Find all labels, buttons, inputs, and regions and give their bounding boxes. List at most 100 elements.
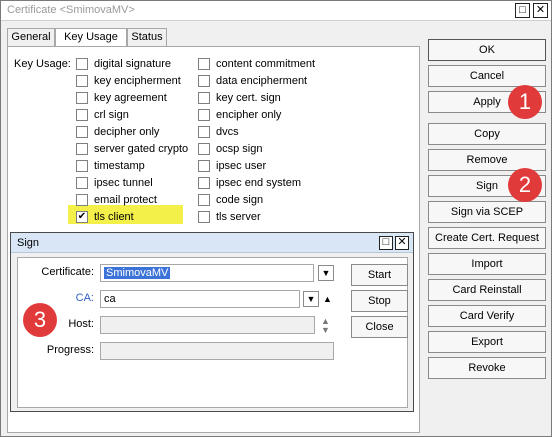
checkbox-label: key cert. sign bbox=[216, 92, 281, 104]
checkbox-box[interactable] bbox=[198, 58, 210, 70]
certificate-select[interactable]: SmimovaMV bbox=[100, 264, 314, 282]
checkbox-label: ipsec user bbox=[216, 160, 267, 172]
checkbox-box[interactable] bbox=[198, 160, 210, 172]
checkbox-label: key encipherment bbox=[94, 75, 181, 87]
tab-general[interactable]: General bbox=[7, 28, 55, 47]
sign-dialog-body: Certificate: SmimovaMV ▼ CA: ca ▼ ▲ Host… bbox=[17, 257, 408, 408]
sign-dialog: Sign □ ✕ Certificate: SmimovaMV ▼ CA: ca… bbox=[10, 232, 414, 412]
copy-button[interactable]: Copy bbox=[428, 123, 546, 145]
checkbox-box[interactable] bbox=[198, 211, 210, 223]
up-down-arrow-icon[interactable]: ▲ ▼ bbox=[321, 317, 330, 335]
checkbox-box[interactable] bbox=[76, 177, 88, 189]
checkbox-label: encipher only bbox=[216, 109, 282, 121]
checkbox-box[interactable] bbox=[198, 75, 210, 87]
checkbox-label: tls server bbox=[216, 211, 261, 223]
sign-dialog-title-bar[interactable]: Sign □ ✕ bbox=[11, 233, 413, 253]
checkbox-box[interactable] bbox=[76, 92, 88, 104]
card-reinstall-button[interactable]: Card Reinstall bbox=[428, 279, 546, 301]
ca-value: ca bbox=[104, 293, 116, 305]
checkbox-box[interactable] bbox=[76, 126, 88, 138]
stop-button[interactable]: Stop bbox=[351, 290, 408, 312]
certificate-label: Certificate: bbox=[41, 266, 94, 278]
window-title: Certificate <SmimovaMV> bbox=[7, 4, 135, 16]
checked-icon[interactable]: ✔ bbox=[76, 211, 88, 223]
sign-via-scep-button[interactable]: Sign via SCEP bbox=[428, 201, 546, 223]
cb-data-encipherment[interactable]: data encipherment bbox=[198, 73, 307, 89]
collapse-up-icon[interactable]: ▲ bbox=[323, 295, 332, 304]
checkbox-box[interactable] bbox=[198, 92, 210, 104]
ca-select[interactable]: ca bbox=[100, 290, 300, 308]
checkbox-box[interactable] bbox=[198, 109, 210, 121]
cb-tls-client[interactable]: ✔ tls client bbox=[76, 209, 134, 225]
cb-crl-sign[interactable]: crl sign bbox=[76, 107, 129, 123]
dropdown-arrow-icon[interactable]: ▼ bbox=[318, 265, 334, 281]
cb-key-cert-sign[interactable]: key cert. sign bbox=[198, 90, 281, 106]
tab-key-usage[interactable]: Key Usage bbox=[55, 28, 127, 48]
cb-code-sign[interactable]: code sign bbox=[198, 192, 263, 208]
checkbox-box[interactable] bbox=[198, 143, 210, 155]
maximize-icon[interactable]: □ bbox=[515, 3, 530, 18]
import-button[interactable]: Import bbox=[428, 253, 546, 275]
progress-label: Progress: bbox=[46, 344, 94, 356]
cb-decipher-only[interactable]: decipher only bbox=[76, 124, 159, 140]
checkbox-box[interactable] bbox=[76, 160, 88, 172]
revoke-button[interactable]: Revoke bbox=[428, 357, 546, 379]
checkbox-label: tls client bbox=[94, 211, 134, 223]
cancel-button[interactable]: Cancel bbox=[428, 65, 546, 87]
cb-key-agreement[interactable]: key agreement bbox=[76, 90, 167, 106]
checkbox-box[interactable] bbox=[198, 126, 210, 138]
card-verify-button[interactable]: Card Verify bbox=[428, 305, 546, 327]
host-field[interactable] bbox=[100, 316, 315, 334]
cb-server-gated-crypto[interactable]: server gated crypto bbox=[76, 141, 188, 157]
checkbox-box[interactable] bbox=[76, 58, 88, 70]
dropdown-arrow-icon[interactable]: ▼ bbox=[303, 291, 319, 307]
checkbox-label: email protect bbox=[94, 194, 157, 206]
checkbox-label: crl sign bbox=[94, 109, 129, 121]
cb-key-encipherment[interactable]: key encipherment bbox=[76, 73, 181, 89]
create-cert-request-button[interactable]: Create Cert. Request bbox=[428, 227, 546, 249]
cb-digital-signature[interactable]: digital signature bbox=[76, 56, 171, 72]
checkbox-label: data encipherment bbox=[216, 75, 308, 87]
title-bar[interactable]: Certificate <SmimovaMV> □ ✕ bbox=[1, 1, 551, 21]
certificate-value: SmimovaMV bbox=[104, 267, 171, 279]
start-button[interactable]: Start bbox=[351, 264, 408, 286]
export-button[interactable]: Export bbox=[428, 331, 546, 353]
checkbox-box[interactable] bbox=[198, 194, 210, 206]
annotation-badge-1: 1 bbox=[508, 85, 542, 119]
checkbox-label: decipher only bbox=[94, 126, 160, 138]
cb-ocsp-sign[interactable]: ocsp sign bbox=[198, 141, 262, 157]
close-icon[interactable]: ✕ bbox=[395, 236, 409, 250]
checkbox-label: ocsp sign bbox=[216, 143, 263, 155]
tab-status[interactable]: Status bbox=[127, 28, 167, 47]
checkbox-label: ipsec tunnel bbox=[94, 177, 153, 189]
checkbox-label: dvcs bbox=[216, 126, 239, 138]
key-usage-label: Key Usage: bbox=[14, 58, 71, 70]
checkbox-box[interactable] bbox=[76, 194, 88, 206]
cb-email-protect[interactable]: email protect bbox=[76, 192, 157, 208]
checkbox-label: server gated crypto bbox=[94, 143, 189, 155]
checkbox-box[interactable] bbox=[198, 177, 210, 189]
checkbox-box[interactable] bbox=[76, 75, 88, 87]
checkbox-label: timestamp bbox=[94, 160, 145, 172]
maximize-icon[interactable]: □ bbox=[379, 236, 393, 250]
checkbox-label: content commitment bbox=[216, 58, 316, 70]
cb-tls-server[interactable]: tls server bbox=[198, 209, 261, 225]
cb-encipher-only[interactable]: encipher only bbox=[198, 107, 281, 123]
cb-ipsec-user[interactable]: ipsec user bbox=[198, 158, 266, 174]
close-icon[interactable]: ✕ bbox=[533, 3, 548, 18]
cb-ipsec-tunnel[interactable]: ipsec tunnel bbox=[76, 175, 153, 191]
cb-content-commitment[interactable]: content commitment bbox=[198, 56, 315, 72]
checkbox-box[interactable] bbox=[76, 109, 88, 121]
ok-button[interactable]: OK bbox=[428, 39, 546, 61]
checkbox-box[interactable] bbox=[76, 143, 88, 155]
checkbox-label: ipsec end system bbox=[216, 177, 301, 189]
cb-timestamp[interactable]: timestamp bbox=[76, 158, 145, 174]
checkbox-label: key agreement bbox=[94, 92, 167, 104]
annotation-badge-2: 2 bbox=[508, 168, 542, 202]
close-button[interactable]: Close bbox=[351, 316, 408, 338]
certificate-window: Certificate <SmimovaMV> □ ✕ General Key … bbox=[0, 0, 552, 437]
checkbox-label: digital signature bbox=[94, 58, 172, 70]
cb-ipsec-end-system[interactable]: ipsec end system bbox=[198, 175, 301, 191]
annotation-badge-3: 3 bbox=[23, 303, 57, 337]
cb-dvcs[interactable]: dvcs bbox=[198, 124, 239, 140]
